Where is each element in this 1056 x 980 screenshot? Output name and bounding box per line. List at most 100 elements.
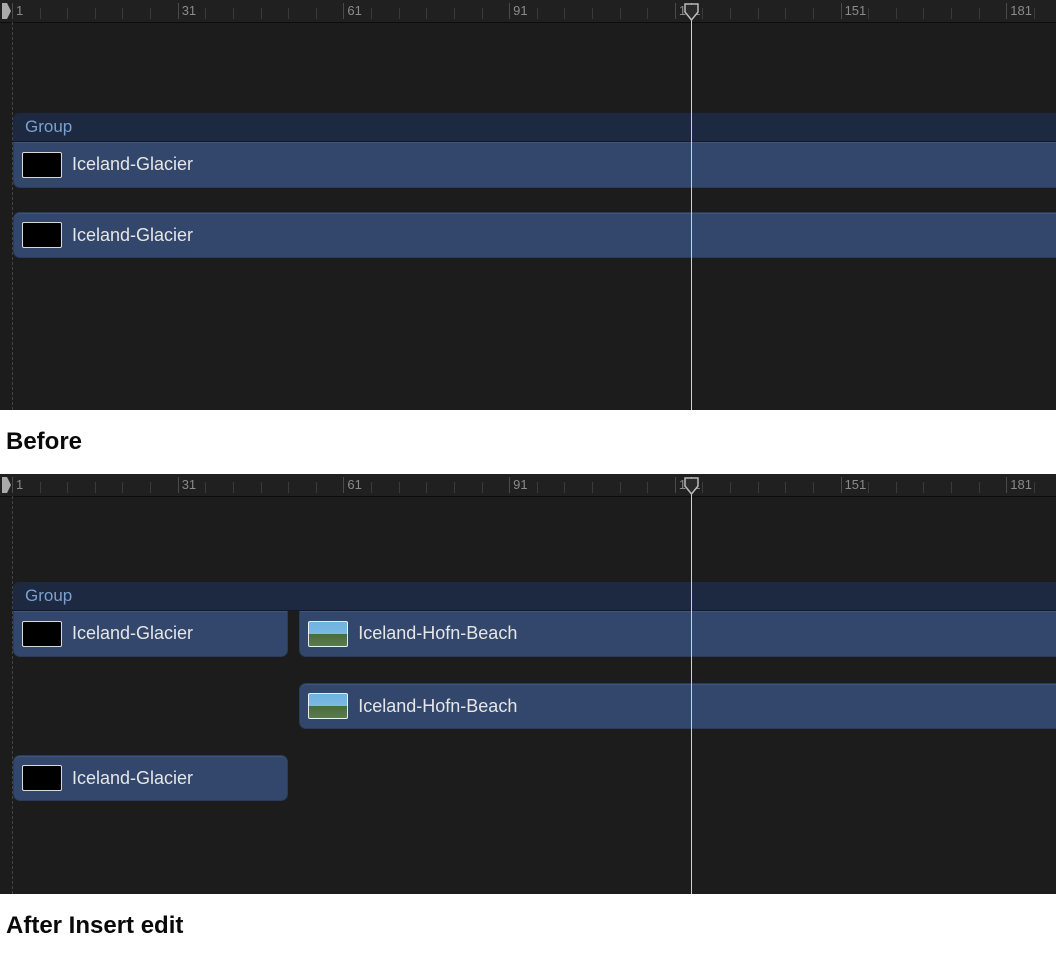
ruler-major-tick [178, 477, 179, 493]
track-row[interactable]: Iceland-Glacier Iceland-Hofn-Beach [13, 611, 1056, 657]
track-row[interactable]: Iceland-Glacier [13, 142, 1056, 188]
ruler-minor-tick [592, 8, 593, 19]
ruler-tick-label: 31 [180, 3, 196, 18]
ruler-minor-tick [702, 482, 703, 493]
ruler-minor-tick [399, 482, 400, 493]
ruler-major-tick [343, 3, 344, 19]
ruler-minor-tick [150, 482, 151, 493]
clip-thumbnail [22, 222, 62, 248]
ruler-minor-tick [426, 482, 427, 493]
ruler-minor-tick [896, 8, 897, 19]
ruler-tick-label: 181 [1008, 3, 1032, 18]
ruler-tick-label: 31 [180, 477, 196, 492]
clip-name: Iceland-Glacier [72, 623, 193, 644]
ruler-tick-label: 61 [345, 3, 361, 18]
ruler-minor-tick [40, 482, 41, 493]
ruler-minor-tick [951, 8, 952, 19]
clip[interactable]: Iceland-Glacier [13, 755, 288, 801]
ruler-minor-tick [620, 8, 621, 19]
in-point-line [12, 496, 13, 894]
ruler-minor-tick [95, 482, 96, 493]
ruler-area[interactable]: 1316191121151181 [12, 474, 1056, 496]
clip[interactable]: Iceland-Hofn-Beach [299, 611, 1056, 657]
ruler-major-tick [509, 3, 510, 19]
clip[interactable]: Iceland-Glacier [13, 212, 1056, 258]
ruler-minor-tick [620, 482, 621, 493]
track-row[interactable]: Iceland-Hofn-Beach [13, 683, 1056, 729]
ruler-minor-tick [122, 482, 123, 493]
ruler-minor-tick [426, 8, 427, 19]
clip[interactable]: Iceland-Glacier [13, 142, 1056, 188]
playhead[interactable] [691, 477, 692, 894]
in-point-line [12, 22, 13, 410]
ruler-minor-tick [205, 482, 206, 493]
group-header[interactable]: Group [13, 113, 1056, 142]
ruler-tick-label: 91 [511, 477, 527, 492]
ruler-minor-tick [896, 482, 897, 493]
ruler-minor-tick [150, 8, 151, 19]
ruler-major-tick [841, 3, 842, 19]
ruler-minor-tick [233, 482, 234, 493]
ruler-minor-tick [261, 8, 262, 19]
ruler-minor-tick [564, 482, 565, 493]
ruler-minor-tick [813, 482, 814, 493]
ruler-minor-tick [454, 482, 455, 493]
clip-thumbnail [22, 765, 62, 791]
ruler-minor-tick [316, 482, 317, 493]
clip-name: Iceland-Glacier [72, 154, 193, 175]
ruler-minor-tick [371, 482, 372, 493]
ruler-tick-label: 61 [345, 477, 361, 492]
group-label: Group [25, 586, 72, 606]
ruler-minor-tick [371, 8, 372, 19]
playhead-handle-icon[interactable] [684, 477, 699, 495]
clip-thumbnail [22, 152, 62, 178]
ruler-minor-tick [647, 482, 648, 493]
ruler-major-tick [1006, 477, 1007, 493]
clip-thumbnail [308, 621, 348, 647]
timeline-before[interactable]: 1316191121151181 Group Iceland-GlacierIc… [0, 0, 1056, 410]
ruler-minor-tick [564, 8, 565, 19]
ruler-minor-tick [758, 482, 759, 493]
ruler-minor-tick [122, 8, 123, 19]
track-row[interactable]: Iceland-Glacier [13, 212, 1056, 258]
ruler[interactable]: 1316191121151181 [0, 0, 1056, 23]
playhead-handle-icon[interactable] [684, 3, 699, 21]
caption-after: After Insert edit [0, 894, 1056, 958]
ruler-minor-tick [923, 8, 924, 19]
in-point-marker-icon[interactable] [0, 0, 12, 22]
in-point-marker-icon[interactable] [0, 474, 12, 496]
clip[interactable]: Iceland-Glacier [13, 611, 288, 657]
ruler-tick-label: 1 [14, 477, 23, 492]
clip-name: Iceland-Hofn-Beach [358, 623, 517, 644]
ruler-major-tick [12, 3, 13, 19]
ruler[interactable]: 1316191121151181 [0, 474, 1056, 497]
ruler-minor-tick [785, 482, 786, 493]
clip-thumbnail [22, 621, 62, 647]
ruler-major-tick [841, 477, 842, 493]
ruler-minor-tick [67, 482, 68, 493]
ruler-minor-tick [785, 8, 786, 19]
ruler-minor-tick [647, 8, 648, 19]
ruler-minor-tick [316, 8, 317, 19]
ruler-minor-tick [482, 8, 483, 19]
ruler-minor-tick [482, 482, 483, 493]
track-row[interactable]: Iceland-Glacier [13, 755, 1056, 801]
tracks-area[interactable]: Group Iceland-Glacier Iceland-Glacier [0, 23, 1056, 258]
timeline-after[interactable]: 1316191121151181 Group Iceland-GlacierIc… [0, 474, 1056, 894]
ruler-major-tick [178, 3, 179, 19]
ruler-major-tick [343, 477, 344, 493]
ruler-minor-tick [923, 482, 924, 493]
ruler-area[interactable]: 1316191121151181 [12, 0, 1056, 22]
clip[interactable]: Iceland-Hofn-Beach [299, 683, 1056, 729]
ruler-tick-label: 151 [843, 477, 867, 492]
tracks-area[interactable]: Group Iceland-GlacierIceland-Hofn-BeachI… [0, 497, 1056, 801]
group-header[interactable]: Group [13, 582, 1056, 611]
ruler-minor-tick [1034, 8, 1035, 19]
ruler-minor-tick [288, 482, 289, 493]
ruler-minor-tick [951, 482, 952, 493]
playhead[interactable] [691, 3, 692, 410]
ruler-minor-tick [40, 8, 41, 19]
ruler-minor-tick [758, 8, 759, 19]
ruler-minor-tick [730, 8, 731, 19]
ruler-minor-tick [67, 8, 68, 19]
